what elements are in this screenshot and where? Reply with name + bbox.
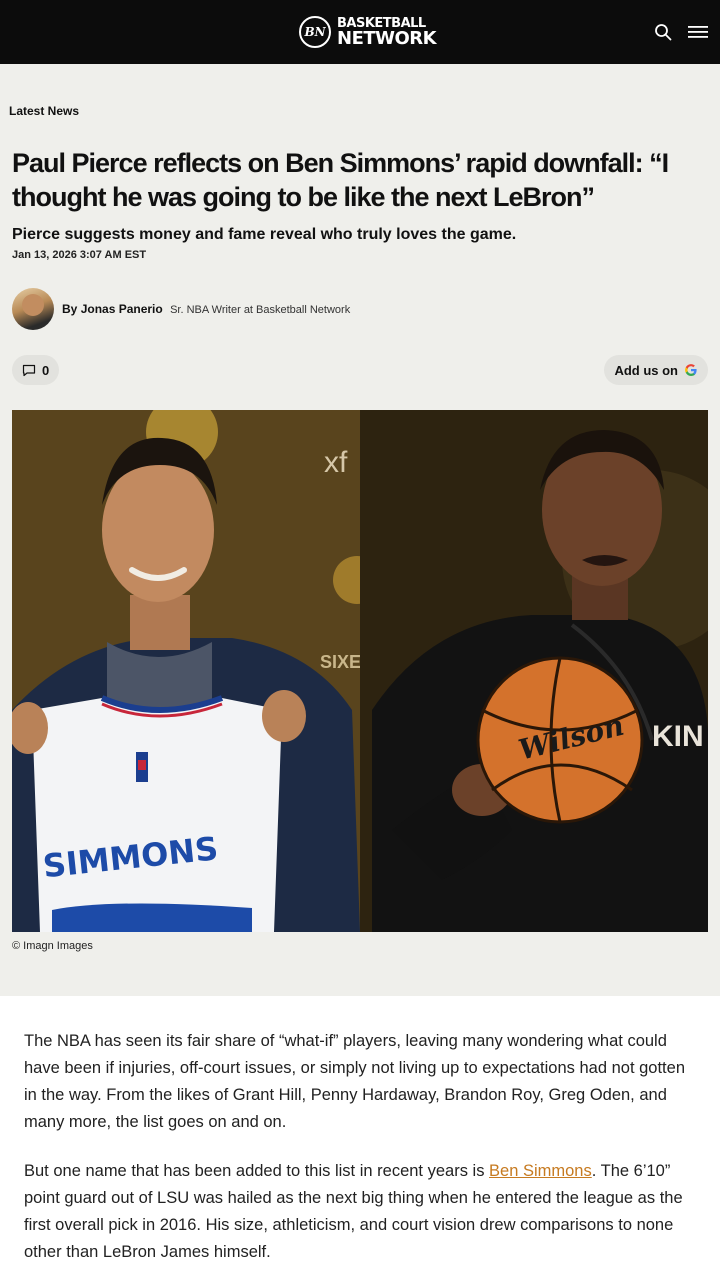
byline: By Jonas Panerio Sr. NBA Writer at Baske… <box>62 302 350 316</box>
article-body: The NBA has seen its fair share of “what… <box>24 1028 696 1288</box>
logo-badge: BN <box>299 16 331 48</box>
comments-count: 0 <box>42 362 50 378</box>
author-name[interactable]: Jonas Panerio <box>81 302 163 316</box>
site-logo[interactable]: BN BASKETBALL NETWORK <box>299 14 437 50</box>
byline-prefix: By <box>62 302 78 316</box>
site-header: BN BASKETBALL NETWORK <box>0 0 720 64</box>
menu-icon[interactable] <box>688 24 708 40</box>
backdrop-xfinity-text: xf <box>324 446 348 479</box>
paragraph-2: But one name that has been added to this… <box>24 1158 696 1266</box>
article-dek: Pierce suggests money and fame reveal wh… <box>12 226 517 243</box>
logo-wordmark: BASKETBALL NETWORK <box>337 17 437 49</box>
author-avatar[interactable] <box>12 288 54 330</box>
publish-date: Jan 13, 2026 3:07 AM EST <box>12 249 147 261</box>
hero-image: xf SIXE SIMMONS KIN Wilson <box>12 410 708 932</box>
paragraph-1: The NBA has seen its fair share of “what… <box>24 1032 685 1131</box>
article-header: Latest News Paul Pierce reflects on Ben … <box>0 64 720 996</box>
author-row: By Jonas Panerio Sr. NBA Writer at Baske… <box>12 288 350 330</box>
image-credit: © Imagn Images <box>12 940 93 952</box>
add-us-label: Add us on <box>614 362 678 378</box>
comment-icon <box>22 364 36 376</box>
search-icon[interactable] <box>654 23 672 41</box>
ben-simmons-link[interactable]: Ben Simmons <box>489 1162 592 1180</box>
logo-line-2: NETWORK <box>337 27 437 49</box>
paragraph-2-lead: But one name that has been added to this… <box>24 1162 490 1180</box>
article-headline: Paul Pierce reflects on Ben Simmons’ rap… <box>12 148 669 212</box>
shirt-text: KIN <box>652 720 704 753</box>
backdrop-sixers-text: SIXE <box>320 652 361 672</box>
google-icon <box>685 364 697 376</box>
add-us-on-google-button[interactable]: Add us on <box>604 355 708 385</box>
comments-button[interactable]: 0 <box>12 355 60 385</box>
author-title: Sr. NBA Writer at Basketball Network <box>170 304 351 316</box>
category-link[interactable]: Latest News <box>9 104 79 118</box>
